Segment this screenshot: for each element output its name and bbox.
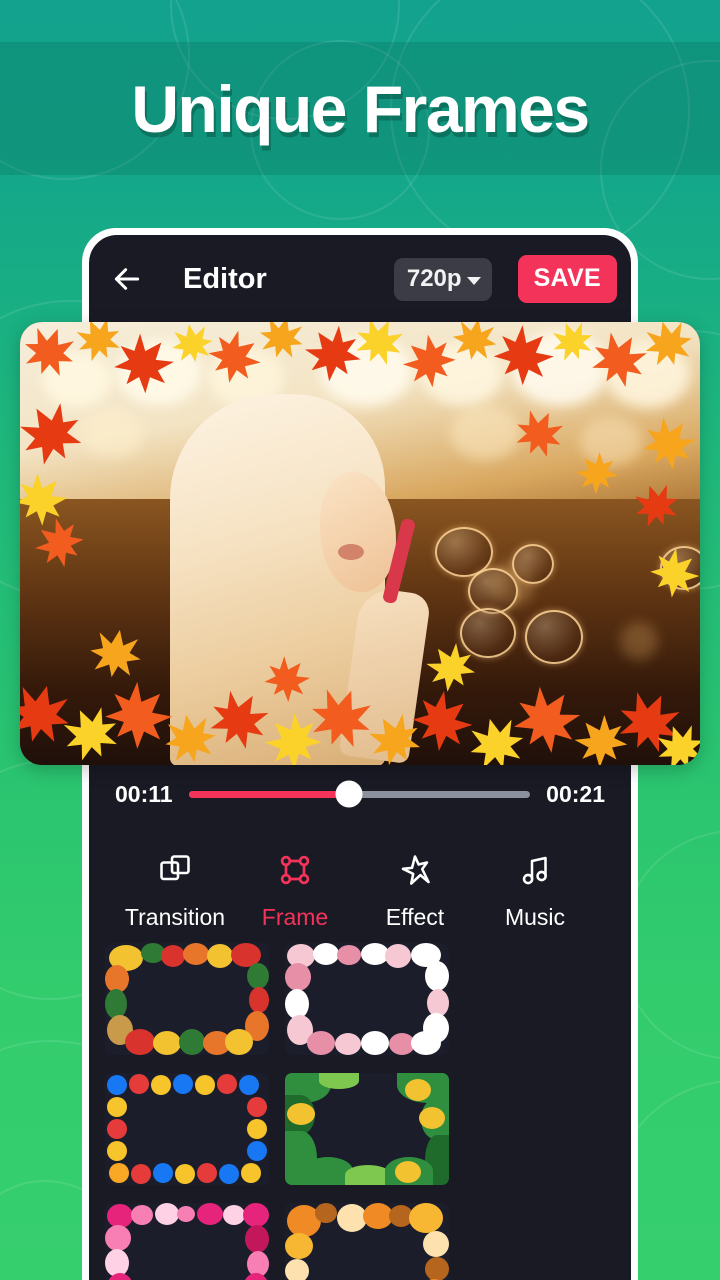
frame-thumb-emoji-reactions[interactable] [105, 1073, 269, 1185]
tab-text[interactable]: Text [595, 850, 631, 931]
frame-thumb-pink-white-roses[interactable] [285, 943, 449, 1055]
tab-label-effect: Effect [385, 903, 445, 930]
save-button[interactable]: SAVE [517, 255, 617, 303]
resolution-label: 720p [406, 264, 462, 292]
frame-thumb-mixed-flowers[interactable] [105, 943, 269, 1055]
frame-icon [277, 850, 313, 890]
chevron-down-icon [466, 276, 481, 285]
editor-title: Editor [183, 262, 267, 295]
frame-thumb-tropical-palm[interactable] [285, 1073, 449, 1185]
seek-progress-fill [188, 790, 350, 798]
frame-thumb-citrus-fruits[interactable] [285, 1203, 449, 1280]
frame-thumbnail-grid [89, 943, 631, 1280]
tab-label-transition: Transition [124, 903, 226, 930]
music-note-icon [517, 850, 553, 890]
seek-track[interactable] [188, 780, 531, 808]
effect-star-icon [397, 850, 433, 890]
editor-tool-tabs: Transition Frame Effect Music [89, 835, 631, 945]
frame-thumb-pink-hearts[interactable] [105, 1203, 269, 1280]
tab-music[interactable]: Music [475, 850, 595, 931]
tab-effect[interactable]: Effect [355, 850, 475, 931]
tab-label-music: Music [504, 903, 566, 930]
tab-label-frame: Frame [261, 903, 329, 930]
timeline-seek-bar: 00:11 00:21 [89, 765, 631, 823]
page-title: Unique Frames [131, 71, 590, 146]
current-time-label: 00:11 [115, 780, 173, 807]
autumn-leaf-overlay [20, 322, 700, 765]
promo-banner: Unique Frames [0, 42, 720, 175]
seek-thumb[interactable] [335, 780, 363, 808]
save-button-label: SAVE [533, 264, 601, 292]
tab-frame[interactable]: Frame [235, 850, 355, 931]
total-time-label: 00:21 [546, 780, 605, 807]
video-preview[interactable] [20, 322, 700, 765]
app-bar: Editor 720p SAVE [89, 235, 631, 323]
arrow-left-icon[interactable] [111, 263, 143, 295]
tab-transition[interactable]: Transition [115, 850, 235, 931]
transition-icon [157, 850, 193, 890]
resolution-selector[interactable]: 720p [393, 257, 492, 301]
preview-photo [20, 322, 700, 765]
